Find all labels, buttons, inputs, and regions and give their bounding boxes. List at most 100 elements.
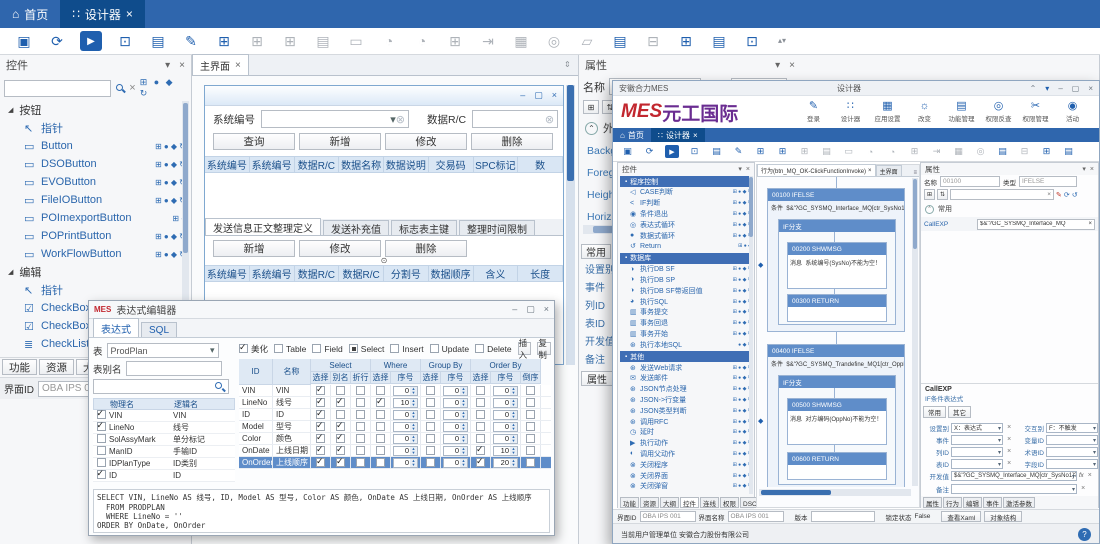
mes-action-button[interactable]: ✎ 登录 bbox=[795, 101, 832, 123]
control-item[interactable]: ▭ POPrintButton ⊞ ● ◆ ↻ bbox=[0, 227, 191, 245]
group-checkbox[interactable] bbox=[426, 458, 435, 467]
screen-name-input[interactable]: OBA IPS 001 bbox=[728, 511, 784, 522]
grid-column-header[interactable]: 长度 bbox=[518, 266, 563, 281]
close-icon[interactable] bbox=[544, 304, 549, 315]
callexp-input[interactable]: $&'?GC_SYSMQ_Interface_MQ× bbox=[977, 219, 1095, 230]
toolbar-icon[interactable]: ⊞ bbox=[1040, 145, 1053, 158]
alias-checkbox[interactable] bbox=[336, 458, 345, 467]
sql-option-checkbox[interactable]: 美化 bbox=[239, 343, 268, 355]
sql-field-row[interactable]: ID ID 0 0 0 bbox=[239, 409, 551, 421]
field-row[interactable]: VIN VIN bbox=[93, 410, 235, 422]
pin-icon[interactable]: ⌃ bbox=[1030, 84, 1037, 93]
order-checkbox[interactable] bbox=[476, 434, 485, 443]
group-order-stepper[interactable]: 0 bbox=[443, 410, 468, 420]
grid-column-header[interactable]: 数据说明 bbox=[384, 157, 429, 172]
toolbar-icon[interactable]: ◔ bbox=[379, 31, 399, 51]
maximize-icon[interactable] bbox=[1072, 84, 1080, 93]
grid-column-header[interactable]: 数据R/C bbox=[295, 157, 340, 172]
toolbar-icon[interactable]: ▦ bbox=[511, 31, 531, 51]
select-checkbox[interactable] bbox=[316, 398, 325, 407]
panel-bottom-tab[interactable]: 功能 bbox=[620, 497, 639, 508]
version-input[interactable] bbox=[811, 511, 875, 522]
grid-column-header[interactable]: 系统编号 bbox=[250, 266, 295, 281]
order-no-stepper[interactable]: 0 bbox=[493, 434, 518, 444]
clear-icon[interactable]: × bbox=[1088, 221, 1092, 227]
wrap-checkbox[interactable] bbox=[356, 410, 365, 419]
group-order-stepper[interactable]: 0 bbox=[443, 434, 468, 444]
type-input[interactable]: IFELSE bbox=[1019, 176, 1077, 187]
field-select[interactable] bbox=[951, 447, 1003, 457]
editor-tab[interactable]: SQL bbox=[141, 322, 177, 337]
undo-icon[interactable]: ↺ bbox=[1072, 191, 1078, 199]
toolbar-icon[interactable]: ▤ bbox=[820, 145, 833, 158]
grid-column-header[interactable]: 数据R/C bbox=[295, 266, 340, 281]
connector-diamond-icon[interactable]: ◆ bbox=[758, 417, 763, 425]
toolbar-icon[interactable]: ⊟ bbox=[643, 31, 663, 51]
field-row[interactable]: IDPlanType ID类别 bbox=[93, 458, 235, 470]
property-tab[interactable]: 其它 bbox=[948, 406, 971, 418]
tab-main-screen[interactable]: 主界面× bbox=[192, 54, 249, 75]
flow-block-return-2[interactable]: 00600 RETURN bbox=[787, 452, 887, 480]
desc-checkbox[interactable] bbox=[526, 458, 535, 467]
toolbar-icon[interactable]: ▣ bbox=[14, 31, 34, 51]
control-group-header[interactable]: 其他 bbox=[620, 351, 752, 362]
action-button[interactable]: 删除 bbox=[471, 133, 553, 150]
control-item[interactable]: ▥ 事务回退 ⊞ ● ◆ ↻ bbox=[618, 318, 754, 329]
toolbar-icon[interactable]: ⇥ bbox=[930, 145, 943, 158]
where-checkbox[interactable] bbox=[376, 458, 385, 467]
tab-close-icon[interactable]: × bbox=[235, 60, 241, 71]
toolbar-icon[interactable]: ◔ bbox=[412, 31, 432, 51]
control-item[interactable]: ⊛ JSON节点处理 ⊞ ● ◆ ↻ bbox=[618, 384, 754, 395]
sql-field-row[interactable]: VIN VIN 0 0 0 bbox=[239, 385, 551, 397]
action-button[interactable]: 修改 bbox=[299, 240, 381, 257]
order-checkbox[interactable] bbox=[476, 446, 485, 455]
pin-icon[interactable]: ▾ bbox=[738, 165, 742, 173]
flow-block-ifelse-2[interactable]: 00400 IFELSE 条件 $&'?GC_SYSMQ_Trandefine_… bbox=[767, 344, 905, 487]
col-id[interactable]: ID bbox=[239, 359, 273, 385]
control-item[interactable]: ◐ 调用父动作 ⊞ ● ◆ ↻ bbox=[618, 449, 754, 460]
grid-column-header[interactable]: 系统编号 bbox=[205, 266, 250, 281]
toolbar-icon[interactable]: ▣ bbox=[621, 145, 634, 158]
order-no-stepper[interactable]: 0 bbox=[493, 398, 518, 408]
desc-checkbox[interactable] bbox=[526, 422, 535, 431]
control-item[interactable]: ▥ 事务开始 ⊞ ● ◆ ↻ bbox=[618, 329, 754, 340]
toolbar-icon[interactable]: ▤ bbox=[996, 145, 1009, 158]
help-icon[interactable]: ? bbox=[1078, 528, 1091, 541]
field-select[interactable]: X：表达式 bbox=[951, 423, 1003, 433]
control-item[interactable]: < IF判断 ⊞ ● ◆ ↻ bbox=[618, 198, 754, 209]
grid-column-header[interactable]: 数据R/C bbox=[339, 266, 384, 281]
sort-az-icon[interactable]: ⇅ bbox=[937, 189, 948, 200]
group-order-stepper[interactable]: 0 bbox=[443, 458, 468, 468]
select-checkbox[interactable] bbox=[316, 446, 325, 455]
grid-column-header[interactable]: 交易码 bbox=[429, 157, 474, 172]
flow-block-shwmsg-1[interactable]: 00200 SHWMSG 消息 系统编号(SysNo)不能为空！ bbox=[787, 242, 887, 289]
select-checkbox[interactable] bbox=[316, 386, 325, 395]
toolbar-icon[interactable]: ▱ bbox=[577, 31, 597, 51]
field-checkbox[interactable] bbox=[97, 470, 106, 479]
mes-tab-home[interactable]: ⌂首页 bbox=[613, 128, 651, 142]
sql-field-row[interactable]: OnOrder 上线顺序 0 0 20 bbox=[239, 457, 551, 469]
toolbar-icon[interactable]: ◎ bbox=[544, 31, 564, 51]
alias-checkbox[interactable] bbox=[336, 422, 345, 431]
clear-icon[interactable] bbox=[1005, 436, 1013, 443]
order-no-stepper[interactable]: 0 bbox=[493, 386, 518, 396]
wrap-checkbox[interactable] bbox=[356, 458, 365, 467]
toolbar-icon[interactable]: ▤ bbox=[313, 31, 333, 51]
field-select[interactable] bbox=[951, 459, 1003, 469]
order-checkbox[interactable] bbox=[476, 398, 485, 407]
grid-column-header[interactable]: SPC标记 bbox=[474, 157, 519, 172]
toolbar-icon[interactable]: ⊞ bbox=[798, 145, 811, 158]
collapse-section-icon[interactable]: ⌃ bbox=[585, 122, 598, 135]
panel-bottom-tab[interactable]: 属性 bbox=[923, 497, 942, 508]
field-select[interactable] bbox=[1046, 447, 1098, 457]
toolbar-icon[interactable]: ⊡ bbox=[688, 145, 701, 158]
tab-close-icon[interactable]: × bbox=[693, 131, 698, 140]
pin-icon[interactable]: ▾ bbox=[775, 60, 780, 71]
toolbar-icon[interactable]: ▤ bbox=[610, 31, 630, 51]
where-checkbox[interactable] bbox=[376, 446, 385, 455]
control-item[interactable]: ▭ FileIOButton ⊞ ● ◆ ↻ bbox=[0, 191, 191, 209]
alias-input[interactable] bbox=[126, 361, 222, 376]
toolbar-icon[interactable]: ▶ bbox=[665, 145, 679, 158]
sql-option-checkbox[interactable]: Select bbox=[349, 344, 385, 354]
where-order-stepper[interactable]: 0 bbox=[393, 410, 418, 420]
